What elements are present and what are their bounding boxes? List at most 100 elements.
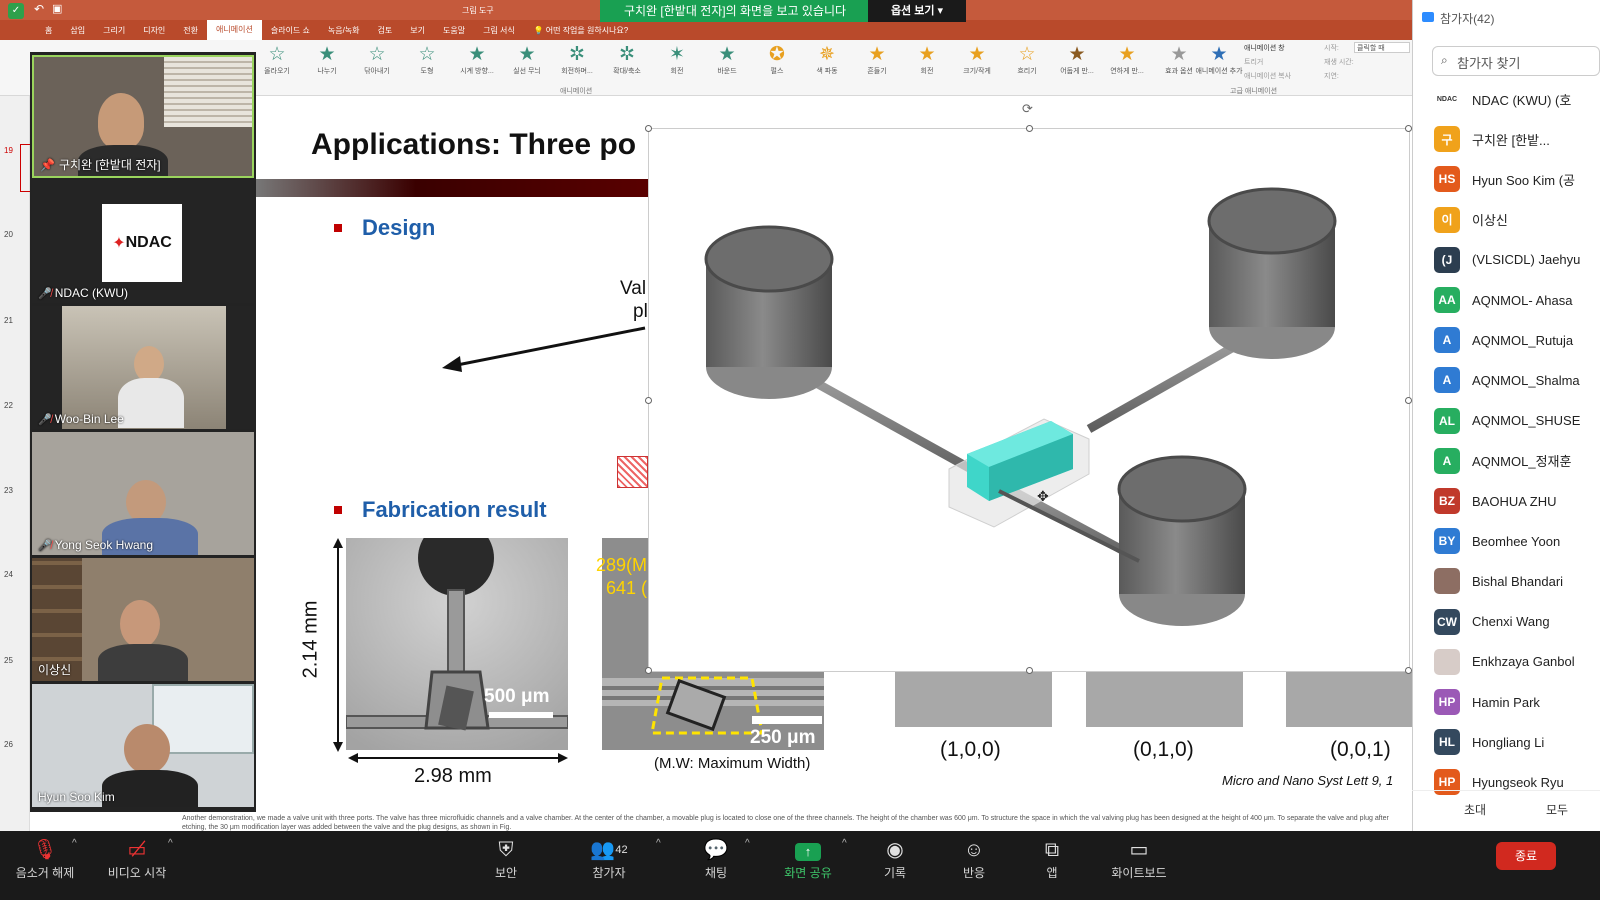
participant-row[interactable]: 이 이상신 bbox=[1434, 206, 1600, 234]
share-chevron-icon[interactable]: ^ bbox=[842, 838, 847, 849]
video-tile-1[interactable]: 📌 구치완 [한밭대 전자] bbox=[32, 55, 254, 178]
participants-button[interactable]: 👥42 참가자 bbox=[564, 836, 654, 881]
tab-review[interactable]: 검토 bbox=[369, 25, 402, 36]
effect-grow-shrink[interactable]: ★ 크기/작게 bbox=[953, 44, 1001, 76]
start-select[interactable]: 클릭할 때 bbox=[1354, 42, 1410, 53]
end-meeting-button[interactable]: 종료 bbox=[1496, 842, 1556, 870]
save-icon[interactable]: ▣ bbox=[52, 2, 62, 15]
resize-handle[interactable] bbox=[1405, 667, 1412, 674]
video-tile-5[interactable]: 이상신 bbox=[32, 558, 254, 681]
participant-search-input[interactable]: ⌕ 참가자 찾기 bbox=[1432, 46, 1600, 76]
thumb-number[interactable]: 20 bbox=[4, 230, 13, 239]
video-options-chevron-icon[interactable]: ^ bbox=[168, 838, 173, 849]
reservoir-1 bbox=[704, 225, 834, 399]
participant-row[interactable]: NDAC NDAC (KWU) (호 bbox=[1434, 85, 1600, 113]
resize-handle[interactable] bbox=[645, 125, 652, 132]
effect-darken[interactable]: ★ 어둡게 만... bbox=[1053, 44, 1101, 76]
tell-me-box[interactable]: 어떤 작업을 원하시나요? bbox=[546, 25, 638, 36]
effect-desaturate[interactable]: ☆ 흐리기 bbox=[1003, 44, 1051, 76]
effect-spin-emphasis[interactable]: ★ 회전 bbox=[903, 44, 951, 76]
participant-row[interactable]: HP Hamin Park bbox=[1434, 688, 1600, 716]
tab-record[interactable]: 녹음/녹화 bbox=[319, 25, 369, 36]
rotate-handle-icon[interactable]: ⟳ bbox=[1022, 101, 1033, 117]
participant-row[interactable]: HL Hongliang Li bbox=[1434, 728, 1600, 756]
add-animation-button[interactable]: ★ 애니메이션 추가 bbox=[1195, 44, 1243, 76]
participant-row[interactable]: BY Beomhee Yoon bbox=[1434, 527, 1600, 555]
chat-chevron-icon[interactable]: ^ bbox=[745, 838, 750, 849]
animation-pane-button[interactable]: 애니메이션 창 bbox=[1244, 43, 1285, 53]
undo-icon[interactable]: ↶ bbox=[34, 2, 44, 16]
participant-row[interactable]: 구 구치완 [한밭... bbox=[1434, 125, 1600, 153]
resize-handle[interactable] bbox=[1026, 667, 1033, 674]
effect-teeter[interactable]: ★ 흔들기 bbox=[853, 44, 901, 76]
effect-bounce[interactable]: ★ 바운드 bbox=[703, 44, 751, 76]
participant-row[interactable]: A AQNMOL_정재훈 bbox=[1434, 447, 1600, 475]
participant-row[interactable]: A AQNMOL_Shalma bbox=[1434, 366, 1600, 394]
resize-handle[interactable] bbox=[1405, 397, 1412, 404]
tab-design[interactable]: 디자인 bbox=[134, 25, 174, 36]
whiteboard-button[interactable]: ▭ 화이트보드 bbox=[1094, 836, 1184, 881]
effect-color-pulse[interactable]: ✵ 색 파동 bbox=[803, 44, 851, 76]
share-screen-button[interactable]: ↑ 화면 공유 bbox=[763, 836, 853, 881]
tab-help[interactable]: 도움말 bbox=[434, 25, 474, 36]
video-tile-3[interactable]: 🎤̸ Woo-Bin Lee bbox=[32, 306, 254, 429]
effect-shape[interactable]: ☆ 도형 bbox=[403, 44, 451, 76]
effect-rise-up[interactable]: ☆ 올라오기 bbox=[253, 44, 301, 76]
invite-button[interactable]: 초대 bbox=[1464, 801, 1486, 818]
participant-row[interactable]: BZ BAOHUA ZHU bbox=[1434, 487, 1600, 515]
participants-chevron-icon[interactable]: ^ bbox=[656, 838, 661, 849]
audio-options-chevron-icon[interactable]: ^ bbox=[72, 838, 77, 849]
thumb-number[interactable]: 19 bbox=[4, 146, 13, 155]
video-tile-6[interactable]: Hyun Soo Kim bbox=[32, 684, 254, 807]
participant-row[interactable]: CW Chenxi Wang bbox=[1434, 608, 1600, 636]
tab-insert[interactable]: 삽입 bbox=[61, 25, 94, 36]
effect-wipe[interactable]: ☆ 닦아내기 bbox=[353, 44, 401, 76]
selected-3d-valve-image[interactable]: ✥ ⟳ bbox=[645, 101, 1412, 674]
participant-row[interactable]: Enkhzaya Ganbol bbox=[1434, 648, 1600, 676]
tab-transitions[interactable]: 전환 bbox=[174, 25, 207, 36]
record-button[interactable]: ◉ 기록 bbox=[850, 836, 940, 881]
video-tile-2[interactable]: ✦ NDAC 🎤̸ NDAC (KWU) bbox=[32, 180, 254, 303]
thumb-number[interactable]: 26 bbox=[4, 740, 13, 749]
shield-icon[interactable]: ✓ bbox=[8, 3, 24, 19]
thumb-number[interactable]: 21 bbox=[4, 316, 13, 325]
tab-draw[interactable]: 그리기 bbox=[94, 25, 134, 36]
effect-pulse[interactable]: ✪ 펄스 bbox=[753, 44, 801, 76]
animation-painter-button[interactable]: 애니메이션 복사 bbox=[1244, 71, 1291, 81]
tab-picture-format[interactable]: 그림 서식 bbox=[474, 25, 524, 36]
participant-name: AQNMOL_정재훈 bbox=[1472, 454, 1572, 470]
tab-animations[interactable]: 애니메이션 bbox=[207, 20, 262, 40]
participant-row[interactable]: AL AQNMOL_SHUSE bbox=[1434, 407, 1600, 435]
participant-row[interactable]: (J (VLSICDL) Jaehyu bbox=[1434, 246, 1600, 274]
effect-lighten[interactable]: ★ 연하게 만... bbox=[1103, 44, 1151, 76]
view-options-button[interactable]: 옵션 보기 ▾ bbox=[868, 0, 966, 22]
thumb-number[interactable]: 22 bbox=[4, 401, 13, 410]
video-tile-4[interactable]: 🎤̸ Yong Seok Hwang bbox=[32, 432, 254, 555]
effect-wheel[interactable]: ★ 시계 방향... bbox=[453, 44, 501, 76]
thumb-number[interactable]: 25 bbox=[4, 656, 13, 665]
reactions-button[interactable]: ☺ 반응 bbox=[929, 836, 1019, 881]
participant-row[interactable]: A AQNMOL_Rutuja bbox=[1434, 326, 1600, 354]
participant-row[interactable]: HS Hyun Soo Kim (공 bbox=[1434, 165, 1600, 193]
tab-home[interactable]: 홈 bbox=[36, 25, 61, 36]
thumb-number[interactable]: 24 bbox=[4, 570, 13, 579]
effect-random-bars[interactable]: ★ 실선 무늬 bbox=[503, 44, 551, 76]
resize-handle[interactable] bbox=[1405, 125, 1412, 132]
tab-view[interactable]: 보기 bbox=[401, 25, 434, 36]
apps-button[interactable]: ⧉ 앱 bbox=[1007, 836, 1097, 881]
tab-slideshow[interactable]: 슬라이드 쇼 bbox=[262, 25, 319, 36]
resize-handle[interactable] bbox=[645, 397, 652, 404]
mute-all-button[interactable]: 모두 bbox=[1546, 801, 1568, 818]
participant-row[interactable]: AA AQNMOL- Ahasa bbox=[1434, 286, 1600, 314]
effect-split[interactable]: ★ 나누기 bbox=[303, 44, 351, 76]
security-button[interactable]: ⛨ 보안 bbox=[461, 836, 551, 881]
thumb-number[interactable]: 23 bbox=[4, 486, 13, 495]
participant-row[interactable]: Bishal Bhandari bbox=[1434, 567, 1600, 595]
effect-spin-in[interactable]: ✲ 회전하며... bbox=[553, 44, 601, 76]
resize-handle[interactable] bbox=[645, 667, 652, 674]
speaker-notes[interactable]: Another demonstration, we made a valve u… bbox=[180, 812, 1412, 832]
trigger-button[interactable]: 트리거 bbox=[1244, 57, 1263, 67]
effect-zoom[interactable]: ✲ 확대/축소 bbox=[603, 44, 651, 76]
effect-spin[interactable]: ✶ 회전 bbox=[653, 44, 701, 76]
resize-handle[interactable] bbox=[1026, 125, 1033, 132]
